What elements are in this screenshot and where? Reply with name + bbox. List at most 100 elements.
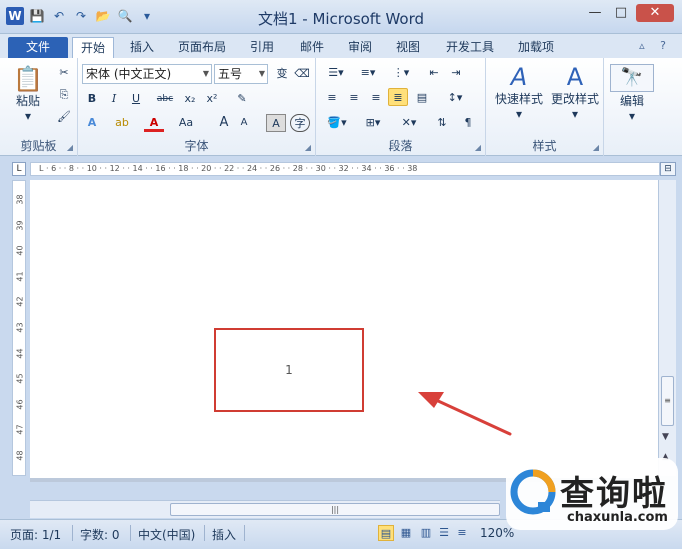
- draft-view-icon[interactable]: ≡: [454, 525, 470, 541]
- change-case-button[interactable]: Aa: [174, 114, 198, 132]
- horizontal-scrollbar[interactable]: |||: [30, 500, 500, 518]
- highlight-icon[interactable]: ab: [112, 114, 132, 132]
- font-launcher-icon[interactable]: ◢: [305, 143, 311, 152]
- tab-view[interactable]: 视图: [390, 37, 426, 58]
- vertical-ruler-number: 48: [15, 450, 25, 461]
- change-styles-icon: A: [566, 63, 584, 91]
- show-marks-icon[interactable]: ¶: [458, 114, 478, 132]
- tab-stop-selector[interactable]: L: [12, 162, 26, 176]
- horizontal-scroll-thumb[interactable]: |||: [170, 503, 500, 516]
- vertical-ruler-number: 43: [15, 322, 25, 333]
- superscript-button[interactable]: x²: [202, 90, 222, 108]
- line-spacing-icon[interactable]: ↕▾: [440, 89, 470, 107]
- format-painter-icon[interactable]: 🖌: [54, 108, 74, 126]
- watermark-text: 查询啦: [560, 474, 668, 514]
- vertical-scroll-thumb[interactable]: ≡: [661, 376, 674, 426]
- ribbon-help-icons[interactable]: ▵ ?: [639, 39, 672, 52]
- tab-review[interactable]: 审阅: [342, 37, 378, 58]
- change-styles-button[interactable]: A 更改样式 ▾: [546, 64, 604, 121]
- tab-developer[interactable]: 开发工具: [440, 37, 500, 58]
- print-layout-icon[interactable]: ▤: [378, 525, 394, 541]
- watermark-logo-icon: [510, 469, 556, 515]
- underline-button[interactable]: U: [126, 90, 146, 108]
- horizontal-ruler[interactable]: L · 6 · · 8 · · 10 · · 12 · · 14 · · 16 …: [30, 162, 660, 176]
- copy-icon[interactable]: ⎘: [54, 86, 74, 104]
- align-right-icon[interactable]: ≡: [366, 89, 386, 107]
- editing-button[interactable]: 🔭 编辑 ▾: [610, 64, 654, 123]
- redo-icon[interactable]: ↷: [72, 7, 90, 25]
- font-color-button[interactable]: A: [144, 114, 164, 132]
- tab-file[interactable]: 文件: [8, 37, 68, 58]
- page[interactable]: 1: [30, 180, 658, 478]
- enclose-characters-button[interactable]: 字: [290, 114, 310, 132]
- quick-styles-icon: A: [510, 63, 528, 91]
- text-effect-icon[interactable]: ✎: [232, 90, 252, 108]
- font-name-combo[interactable]: 宋体 (中文正文) ▼: [82, 64, 212, 84]
- customize-toolbar-icon[interactable]: ▾: [138, 7, 156, 25]
- font-size-combo[interactable]: 五号 ▼: [214, 64, 268, 84]
- shading-icon[interactable]: 🪣▾: [322, 114, 352, 132]
- scroll-down-icon[interactable]: ▼: [662, 432, 669, 442]
- cut-icon[interactable]: ✂: [54, 64, 74, 82]
- clipboard-icon: 📋: [13, 65, 43, 93]
- grow-font-button[interactable]: A: [214, 114, 234, 132]
- vertical-scrollbar[interactable]: ≡ ▼ ▲: [658, 180, 676, 476]
- strikethrough-button[interactable]: abc: [152, 90, 178, 108]
- align-center-icon[interactable]: ≡: [344, 89, 364, 107]
- tab-home[interactable]: 开始: [72, 37, 114, 58]
- distributed-icon[interactable]: ▤: [412, 89, 432, 107]
- text-effects-button[interactable]: A: [82, 114, 102, 132]
- web-layout-icon[interactable]: ▥: [418, 525, 434, 541]
- bold-button[interactable]: B: [82, 90, 102, 108]
- decrease-indent-icon[interactable]: ⇤: [424, 64, 444, 82]
- sort-icon[interactable]: ⇅: [432, 114, 452, 132]
- shrink-font-button[interactable]: A: [234, 114, 254, 132]
- outline-view-icon[interactable]: ☰: [436, 525, 452, 541]
- view-ruler-icon[interactable]: ⊟: [660, 162, 676, 176]
- increase-indent-icon[interactable]: ⇥: [446, 64, 466, 82]
- subscript-button[interactable]: x₂: [180, 90, 200, 108]
- save-icon[interactable]: 💾: [28, 7, 46, 25]
- tab-insert[interactable]: 插入: [124, 37, 160, 58]
- align-left-icon[interactable]: ≡: [322, 89, 342, 107]
- full-screen-reading-icon[interactable]: ▦: [398, 525, 414, 541]
- open-icon[interactable]: 📂: [94, 7, 112, 25]
- phonetic-guide-icon[interactable]: 变: [272, 65, 292, 83]
- print-preview-icon[interactable]: 🔍: [116, 7, 134, 25]
- close-icon[interactable]: ✕: [636, 4, 674, 22]
- italic-button[interactable]: I: [104, 90, 124, 108]
- styles-launcher-icon[interactable]: ◢: [593, 143, 599, 152]
- page-count[interactable]: 页面: 1/1: [10, 526, 61, 543]
- tab-mailings[interactable]: 邮件: [294, 37, 330, 58]
- vertical-ruler-number: 40: [15, 245, 25, 256]
- language-indicator[interactable]: 中文(中国): [138, 526, 195, 543]
- zoom-level[interactable]: 120%: [480, 526, 514, 540]
- vertical-ruler[interactable]: 38 39 40 41 42 43 44 45 46 47 48 49: [12, 180, 26, 476]
- chinese-layout-icon[interactable]: ✕▾: [394, 114, 424, 132]
- paste-button[interactable]: 📋 粘贴 ▾: [8, 66, 48, 123]
- tab-references[interactable]: 引用: [244, 37, 280, 58]
- vertical-ruler-number: 39: [15, 220, 25, 231]
- numbering-icon[interactable]: ≡▾: [354, 64, 382, 82]
- clear-formatting-icon[interactable]: ⌫: [292, 65, 312, 83]
- multilevel-list-icon[interactable]: ⋮▾: [386, 64, 416, 82]
- document-area: 1: [30, 180, 658, 482]
- maximize-icon[interactable]: □: [610, 4, 632, 22]
- minimize-icon[interactable]: —: [584, 4, 606, 22]
- text-box[interactable]: 1: [214, 328, 364, 412]
- word-count[interactable]: 字数: 0: [80, 526, 120, 543]
- vertical-ruler-number: 45: [15, 373, 25, 384]
- justify-icon[interactable]: ≣: [388, 88, 408, 106]
- character-shading-button[interactable]: A: [266, 114, 286, 132]
- insert-mode[interactable]: 插入: [212, 526, 236, 543]
- undo-icon[interactable]: ↶: [50, 7, 68, 25]
- tab-page-layout[interactable]: 页面布局: [172, 37, 232, 58]
- text-box-content[interactable]: 1: [285, 363, 293, 377]
- quick-styles-button[interactable]: A 快速样式 ▾: [490, 64, 548, 121]
- tab-addins[interactable]: 加载项: [512, 37, 560, 58]
- paragraph-launcher-icon[interactable]: ◢: [475, 143, 481, 152]
- borders-icon[interactable]: ⊞▾: [358, 114, 388, 132]
- word-logo-icon[interactable]: W: [6, 7, 24, 25]
- bullets-icon[interactable]: ☰▾: [322, 64, 350, 82]
- clipboard-launcher-icon[interactable]: ◢: [67, 143, 73, 152]
